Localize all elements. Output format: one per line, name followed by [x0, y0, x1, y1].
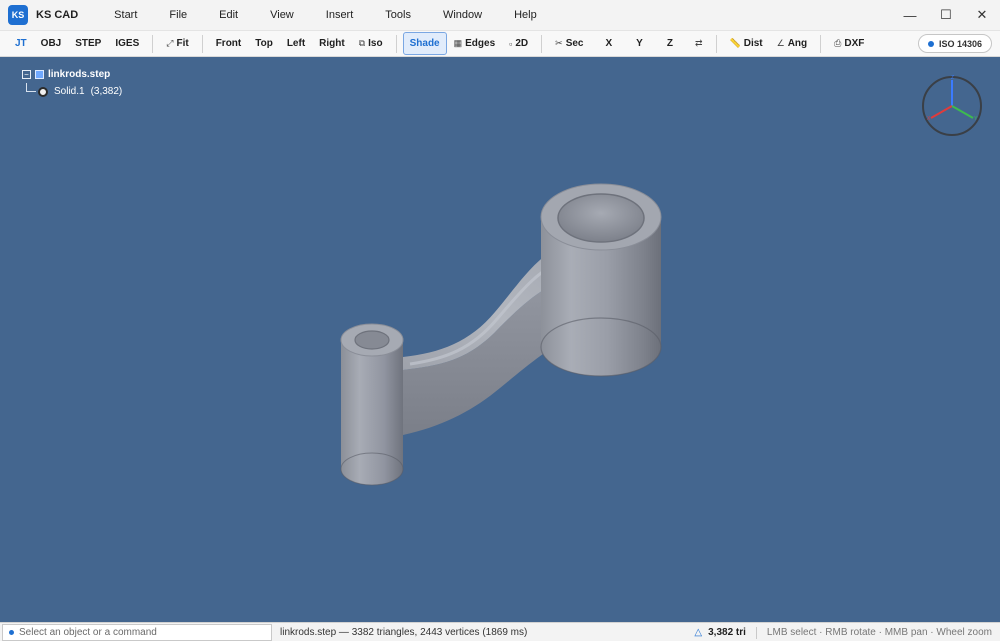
format-step-button[interactable]: STEP — [68, 32, 108, 55]
tree-file-label: linkrods.step — [48, 69, 111, 80]
tree-solid-count: (3,382) — [90, 86, 123, 97]
edges-grid-icon: ▦ — [453, 38, 463, 48]
gizmo-x-axis — [930, 105, 953, 119]
dxf-label: DXF — [844, 38, 865, 49]
fit-button[interactable]: ⤢ Fit — [159, 32, 195, 55]
gizmo-x-label: X — [927, 116, 931, 122]
app-title: KS CAD — [36, 9, 79, 21]
app-logo: KS — [8, 5, 28, 25]
small-boss-bore — [354, 330, 390, 350]
edges-label: Edges — [465, 38, 496, 49]
distance-button[interactable]: 📏 Dist — [723, 32, 770, 55]
menu-help[interactable]: Help — [498, 0, 553, 30]
iso-cube-icon: ⧉ — [358, 38, 366, 48]
menu-start[interactable]: Start — [98, 0, 153, 30]
axis-gizmo[interactable]: Z X Y — [920, 74, 984, 138]
minimize-button[interactable]: — — [892, 0, 928, 30]
solid-body-icon — [38, 86, 48, 97]
two-d-label: 2D — [515, 38, 529, 49]
toolbar-separator — [152, 34, 154, 53]
distance-label: Dist — [743, 38, 763, 49]
angle-label: Ang — [787, 38, 808, 49]
ruler-icon: 📏 — [729, 38, 741, 48]
3d-viewport[interactable]: − linkrods.step Solid.1 (3,382) Z X Y — [0, 57, 1000, 622]
status-right: △ 3,382 tri LMB select · RMB rotate · MM… — [694, 623, 992, 641]
toolbar-separator — [201, 34, 203, 53]
angle-button[interactable]: ∠ Ang — [770, 32, 815, 55]
mouse-hints: LMB select · RMB rotate · MMB pan · Whee… — [766, 627, 992, 638]
toolbar-separator — [395, 34, 397, 53]
print-icon: ⎙ — [834, 38, 842, 48]
status-bar: linkrods.step — 3382 triangles, 2443 ver… — [0, 622, 1000, 641]
section-label: Sec — [565, 38, 584, 49]
collapse-toggle-icon[interactable]: − — [22, 70, 31, 79]
section-button[interactable]: ✂ Sec — [548, 32, 590, 55]
title-bar: KS KS CAD Start File Edit View Insert To… — [0, 0, 1000, 30]
close-button[interactable]: ✕ — [964, 0, 1000, 30]
triangle-count: 3,382 tri — [708, 627, 746, 638]
toolbar-separator — [820, 34, 822, 53]
status-divider — [755, 626, 757, 639]
command-input[interactable] — [19, 626, 259, 638]
toolbar-separator — [715, 34, 717, 53]
triangle-icon: △ — [694, 627, 703, 638]
section-x-button[interactable]: X — [599, 32, 620, 55]
flip-section-button[interactable]: ⇄ — [688, 32, 710, 55]
tree-item-file[interactable]: − linkrods.step — [22, 66, 122, 83]
square-icon: ▫ — [509, 38, 513, 49]
tree-connector — [26, 83, 36, 92]
view-iso-button[interactable]: ⧉ Iso — [352, 32, 390, 55]
linkrod-model[interactable] — [0, 57, 1000, 622]
command-dot-icon — [9, 629, 14, 635]
view-top-button[interactable]: Top — [248, 32, 280, 55]
menu-file[interactable]: File — [153, 0, 203, 30]
shade-button[interactable]: Shade — [402, 32, 447, 55]
file-icon — [35, 70, 44, 79]
view-left-button[interactable]: Left — [280, 32, 312, 55]
swap-arrows-icon: ⇄ — [694, 38, 703, 48]
window-controls: — ☐ ✕ — [892, 0, 1000, 30]
edges-button[interactable]: ▦ Edges — [447, 32, 503, 55]
section-y-button[interactable]: Y — [629, 32, 650, 55]
tree-solid-label: Solid.1 — [54, 86, 85, 97]
dxf-export-button[interactable]: ⎙ DXF — [827, 32, 871, 55]
command-field[interactable] — [2, 623, 272, 641]
format-jt-button[interactable]: JT — [8, 32, 34, 55]
large-boss-bore — [557, 193, 645, 243]
tree-item-solid[interactable]: Solid.1 (3,382) — [22, 83, 122, 100]
format-obj-button[interactable]: OBJ — [34, 32, 69, 55]
menu-bar: Start File Edit View Insert Tools Window… — [98, 0, 553, 30]
gizmo-z-label: Z — [951, 75, 954, 81]
status-dot-icon — [927, 40, 934, 47]
view-right-button[interactable]: Right — [312, 32, 352, 55]
iso-standard-badge[interactable]: ISO 14306 — [917, 34, 992, 53]
section-z-button[interactable]: Z — [660, 32, 680, 55]
toolbar-separator — [541, 34, 543, 53]
status-message: linkrods.step — 3382 triangles, 2443 ver… — [280, 626, 528, 638]
fit-icon: ⤢ — [166, 38, 174, 48]
gizmo-y-axis — [951, 105, 974, 119]
fit-label: Fit — [176, 38, 189, 49]
small-boss-body — [341, 340, 403, 485]
menu-window[interactable]: Window — [427, 0, 498, 30]
scissors-icon: ✂ — [555, 38, 563, 48]
model-tree: − linkrods.step Solid.1 (3,382) — [22, 66, 122, 100]
format-iges-button[interactable]: IGES — [108, 32, 146, 55]
view-front-button[interactable]: Front — [209, 32, 249, 55]
main-toolbar: JT OBJ STEP IGES ⤢ Fit Front Top Left Ri… — [0, 30, 1000, 57]
iso-standard-label: ISO 14306 — [938, 38, 982, 49]
menu-edit[interactable]: Edit — [203, 0, 254, 30]
menu-view[interactable]: View — [254, 0, 310, 30]
menu-tools[interactable]: Tools — [369, 0, 427, 30]
angle-icon: ∠ — [776, 38, 785, 48]
maximize-button[interactable]: ☐ — [928, 0, 964, 30]
two-d-button[interactable]: ▫ 2D — [502, 32, 535, 55]
iso-label: Iso — [368, 38, 383, 49]
menu-insert[interactable]: Insert — [310, 0, 370, 30]
